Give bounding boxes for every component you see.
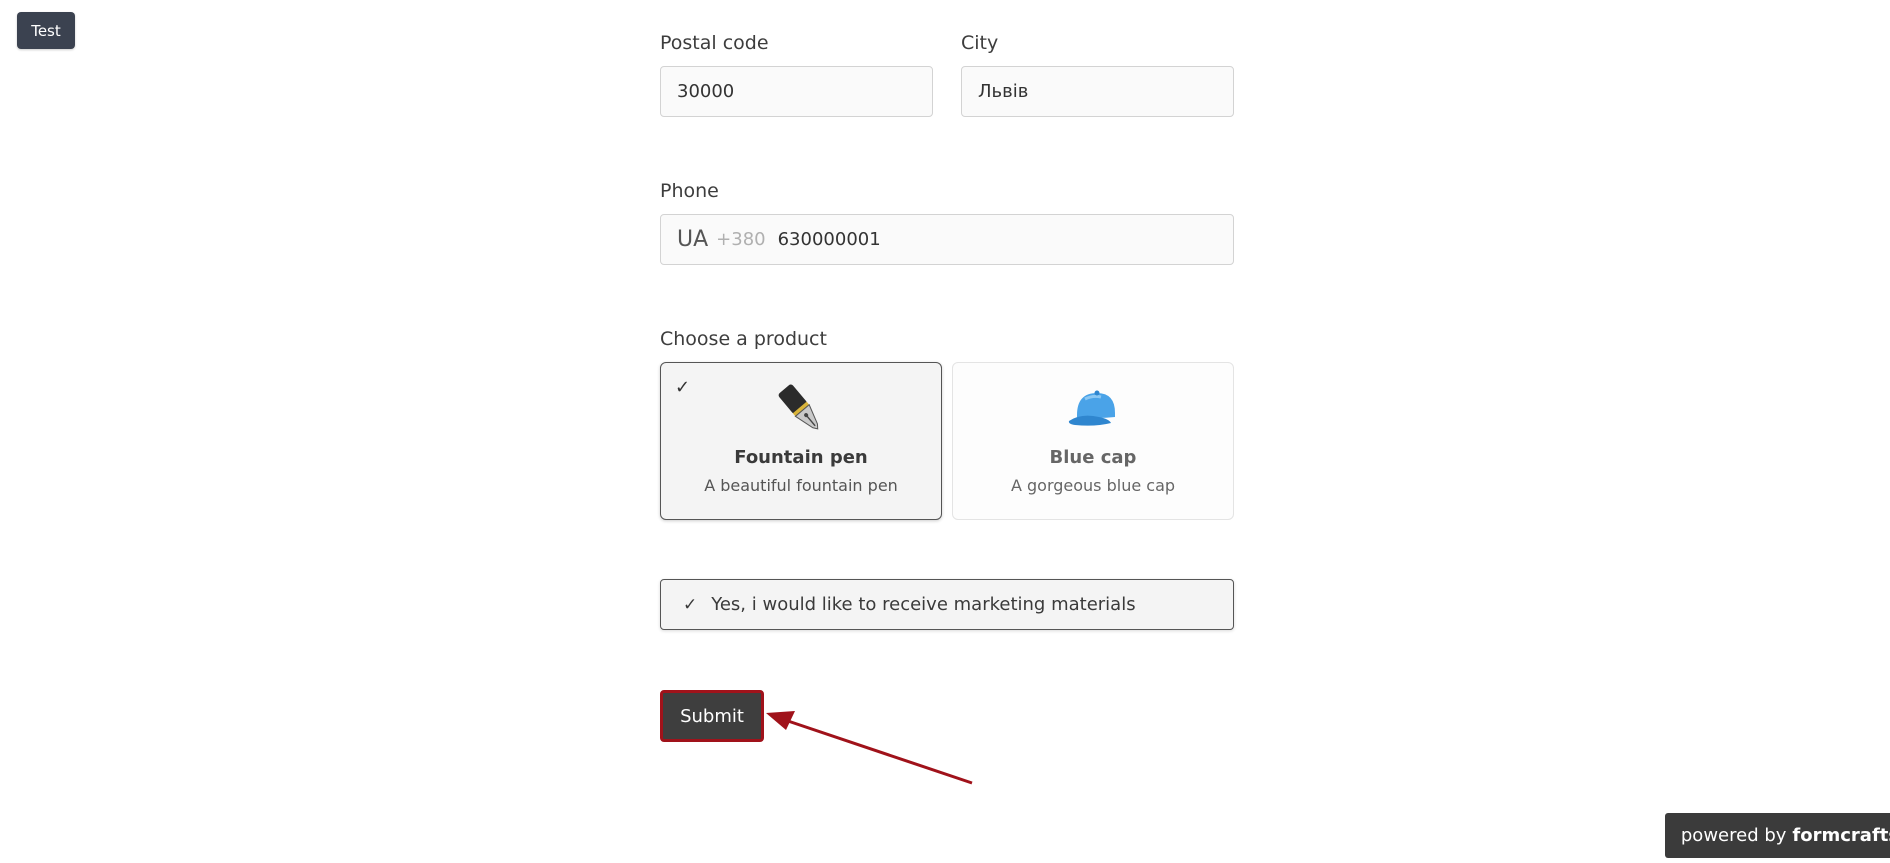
annotation-arrow [766, 711, 973, 785]
marketing-consent-label: Yes, i would like to receive marketing m… [711, 594, 1136, 615]
product-title: Fountain pen [734, 447, 868, 468]
submit-button[interactable]: Submit [660, 690, 764, 742]
postal-code-label: Postal code [660, 32, 769, 54]
postal-code-value: 30000 [677, 81, 735, 102]
blue-cap-icon [1068, 390, 1115, 426]
check-icon: ✓ [683, 594, 698, 615]
phone-label: Phone [660, 180, 719, 202]
product-option-blue-cap[interactable]: Blue cap A gorgeous blue cap [952, 362, 1234, 520]
country-code-selector[interactable]: UA [677, 227, 708, 252]
city-label: City [961, 32, 999, 54]
product-description: A beautiful fountain pen [704, 476, 898, 495]
product-description: A gorgeous blue cap [1010, 476, 1176, 495]
test-button[interactable]: Test [17, 12, 75, 49]
phone-input[interactable]: UA +380 630000001 [660, 214, 1234, 265]
city-input[interactable]: Львів [961, 66, 1234, 117]
check-icon: ✓ [675, 377, 691, 398]
product-option-fountain-pen[interactable]: ✓ Fountain pen A beautiful fountain pen [660, 362, 942, 520]
fountain-pen-icon [778, 384, 819, 430]
phone-value: 630000001 [777, 229, 881, 250]
city-value: Львів [978, 81, 1029, 102]
product-title: Blue cap [1049, 447, 1137, 468]
formcrafts-brand: formcrafts [1792, 825, 1890, 846]
powered-by-badge[interactable]: powered by formcrafts [1665, 813, 1890, 858]
product-label: Choose a product [660, 328, 827, 350]
dial-code: +380 [716, 229, 766, 250]
marketing-consent-checkbox[interactable]: ✓ Yes, i would like to receive marketing… [660, 579, 1234, 630]
postal-code-input[interactable]: 30000 [660, 66, 933, 117]
powered-by-prefix: powered by [1680, 825, 1787, 846]
